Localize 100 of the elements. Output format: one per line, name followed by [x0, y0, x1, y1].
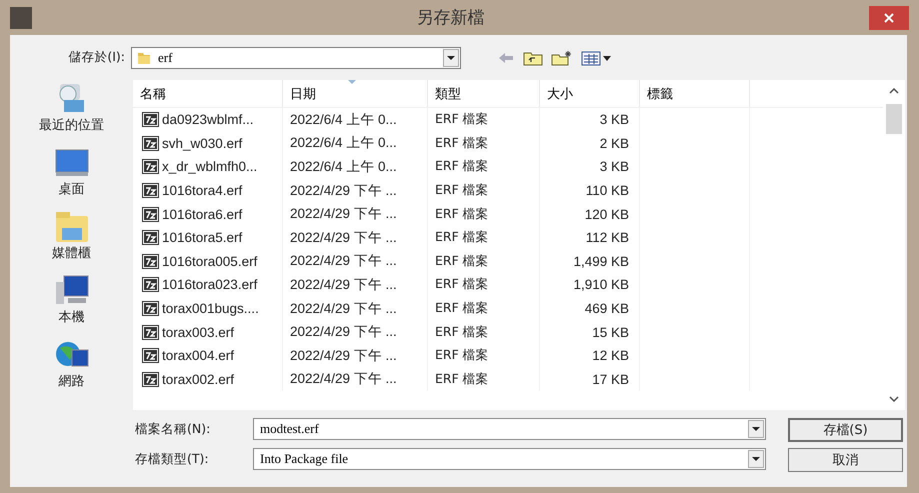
file-type-dropdown[interactable]: Into Package file — [253, 448, 766, 470]
size-cell: 1,910 KB — [540, 273, 640, 297]
file-name-cell[interactable]: 1016tora4.erf — [133, 178, 283, 202]
date-cell: 2022/4/29 下午 ... — [283, 202, 428, 226]
size-cell: 120 KB — [540, 202, 640, 226]
archive-file-icon — [142, 372, 159, 387]
places-item[interactable]: 媒體櫃 — [52, 210, 91, 272]
archive-file-icon — [142, 183, 159, 198]
size-cell: 1,499 KB — [540, 250, 640, 274]
chevron-down-icon — [889, 396, 899, 402]
places-item[interactable]: 桌面 — [54, 146, 90, 208]
type-cell: ERF 檔案 — [428, 368, 540, 392]
places-item[interactable]: 網路 — [54, 338, 90, 400]
type-cell: ERF 檔案 — [428, 178, 540, 202]
size-cell: 3 KB — [540, 155, 640, 179]
dropdown-button[interactable] — [748, 420, 764, 438]
file-name-cell[interactable]: 1016tora6.erf — [133, 202, 283, 226]
type-cell: ERF 檔案 — [428, 202, 540, 226]
new-folder-button[interactable] — [551, 50, 573, 66]
view-grid-icon — [581, 50, 613, 66]
column-header[interactable]: 標籤 — [640, 80, 750, 107]
scrollbar-thumb[interactable] — [886, 104, 902, 134]
save-in-dropdown[interactable]: erf — [131, 46, 461, 68]
up-folder-button[interactable] — [523, 50, 543, 66]
type-cell: ERF 檔案 — [428, 132, 540, 156]
size-cell: 112 KB — [540, 226, 640, 250]
date-cell: 2022/4/29 下午 ... — [283, 344, 428, 368]
save-button[interactable]: 存檔(S) — [788, 418, 903, 442]
archive-file-icon — [142, 206, 159, 222]
type-cell: ERF 檔案 — [428, 226, 540, 250]
dropdown-button[interactable] — [443, 48, 459, 66]
places-item[interactable]: 最近的位置 — [39, 82, 104, 144]
cancel-button[interactable]: 取消 — [788, 448, 903, 472]
archive-file-icon — [142, 348, 159, 364]
new-folder-icon — [551, 50, 573, 66]
size-cell: 17 KB — [540, 368, 640, 392]
caret-icon — [752, 457, 760, 461]
file-name-cell[interactable]: torax003.erf — [133, 320, 283, 344]
date-cell: 2022/4/29 下午 ... — [283, 368, 428, 392]
size-cell: 110 KB — [540, 178, 640, 202]
size-cell: 3 KB — [540, 108, 640, 132]
archive-file-icon — [142, 277, 159, 292]
size-cell: 2 KB — [540, 132, 640, 156]
file-name-cell[interactable]: torax002.erf — [133, 368, 283, 392]
archive-file-icon — [142, 324, 159, 340]
column-header[interactable]: 大小 — [540, 80, 640, 107]
size-cell: 12 KB — [540, 344, 640, 368]
archive-file-icon — [142, 301, 159, 316]
caret-icon — [752, 427, 760, 431]
save-in-label: 儲存於(I): — [67, 49, 126, 66]
archive-file-icon — [142, 159, 159, 174]
file-name-label: 檔案名稱(N): — [135, 420, 212, 438]
column-header[interactable]: 日期 — [283, 80, 428, 107]
type-cell: ERF 檔案 — [428, 296, 540, 320]
type-cell: ERF 檔案 — [428, 250, 540, 274]
archive-file-icon — [142, 136, 159, 151]
chevron-up-icon — [889, 88, 899, 94]
date-cell: 2022/6/4 上午 0... — [283, 108, 428, 132]
dropdown-button[interactable] — [748, 450, 764, 468]
file-name-value: modtest.erf — [259, 421, 320, 437]
date-cell: 2022/4/29 下午 ... — [283, 250, 428, 274]
places-item[interactable]: 本機 — [54, 274, 90, 336]
file-name-field[interactable]: modtest.erf — [253, 418, 766, 440]
date-cell: 2022/6/4 上午 0... — [283, 155, 428, 179]
file-type-label: 存檔類型(T): — [135, 450, 210, 468]
file-name-cell[interactable]: 1016tora005.erf — [133, 250, 283, 274]
file-name-cell[interactable]: da0923wblmf... — [133, 108, 283, 132]
file-type-value: Into Package file — [259, 451, 350, 467]
file-name-cell[interactable]: x_dr_wblmfh0... — [133, 155, 283, 179]
file-name-cell[interactable]: torax001bugs.... — [133, 296, 283, 320]
date-cell: 2022/4/29 下午 ... — [283, 226, 428, 250]
size-cell: 15 KB — [540, 320, 640, 344]
file-name-cell[interactable]: 1016tora5.erf — [133, 226, 283, 250]
window-title: 另存新檔 — [416, 7, 486, 29]
file-name-cell[interactable]: svh_w030.erf — [133, 132, 283, 156]
column-header[interactable]: 類型 — [428, 80, 540, 107]
type-cell: ERF 檔案 — [428, 155, 540, 179]
file-name-cell[interactable]: 1016tora023.erf — [133, 273, 283, 297]
save-in-value: erf — [157, 50, 174, 66]
view-menu-button[interactable] — [581, 50, 613, 66]
size-cell: 469 KB — [540, 296, 640, 320]
folder-up-icon — [523, 50, 543, 66]
sort-indicator-icon — [347, 80, 357, 85]
type-cell: ERF 檔案 — [428, 344, 540, 368]
close-button[interactable] — [869, 6, 909, 30]
archive-file-icon — [142, 230, 159, 246]
close-icon — [884, 12, 894, 22]
date-cell: 2022/4/29 下午 ... — [283, 273, 428, 297]
date-cell: 2022/4/29 下午 ... — [283, 178, 428, 202]
type-cell: ERF 檔案 — [428, 273, 540, 297]
archive-file-icon — [142, 112, 159, 128]
caret-icon — [447, 56, 455, 60]
date-cell: 2022/4/29 下午 ... — [283, 320, 428, 344]
type-cell: ERF 檔案 — [428, 108, 540, 132]
column-header[interactable]: 名稱 — [133, 80, 283, 107]
date-cell: 2022/6/4 上午 0... — [283, 132, 428, 156]
date-cell: 2022/4/29 下午 ... — [283, 296, 428, 320]
library-folder-icon — [54, 210, 90, 244]
file-name-cell[interactable]: torax004.erf — [133, 344, 283, 368]
app-icon — [10, 6, 32, 28]
